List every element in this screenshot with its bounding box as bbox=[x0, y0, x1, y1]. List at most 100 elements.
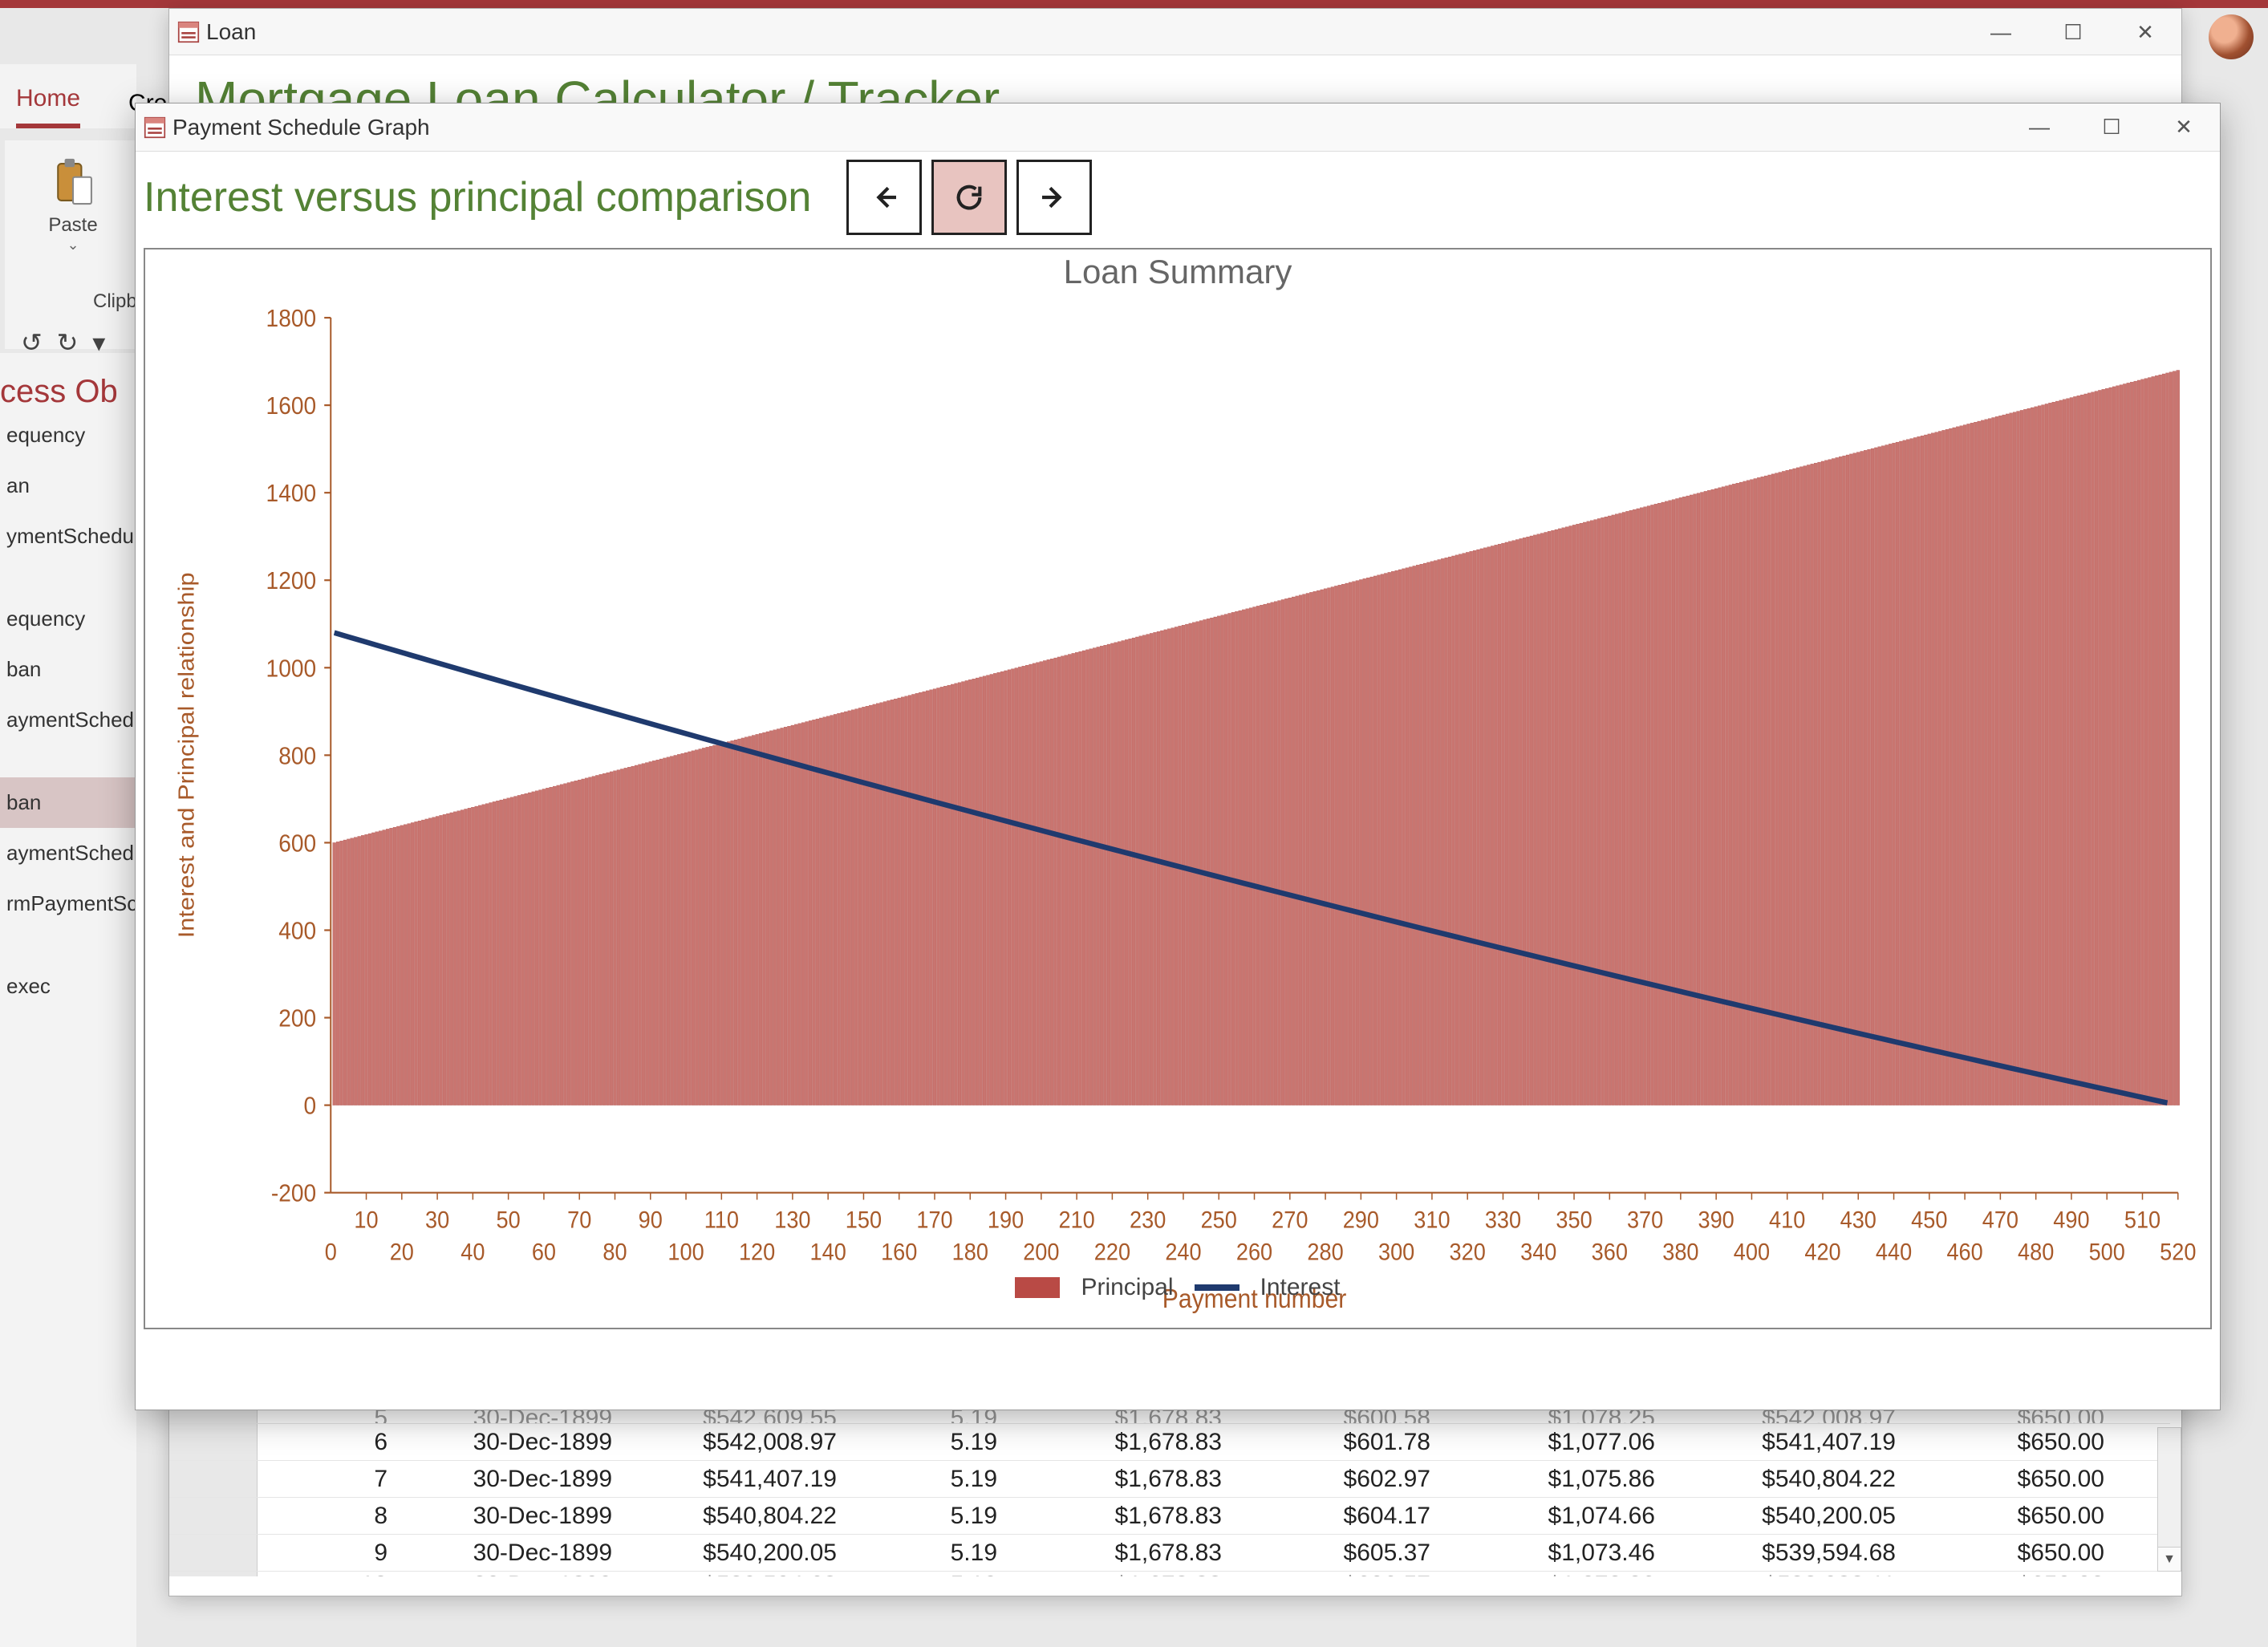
table-scrollbar[interactable]: ▼ bbox=[2157, 1427, 2181, 1572]
svg-text:60: 60 bbox=[532, 1239, 556, 1265]
svg-text:240: 240 bbox=[1165, 1239, 1201, 1265]
nav-item[interactable]: ban bbox=[0, 777, 136, 828]
svg-text:520: 520 bbox=[2160, 1239, 2196, 1265]
svg-text:140: 140 bbox=[810, 1239, 846, 1265]
clipboard-group-label: Clipb bbox=[93, 290, 141, 313]
svg-text:0: 0 bbox=[304, 1092, 317, 1119]
graph-titlebar[interactable]: Payment Schedule Graph — ☐ ✕ bbox=[136, 103, 2220, 152]
form-icon bbox=[144, 116, 166, 139]
svg-text:230: 230 bbox=[1130, 1207, 1166, 1234]
paste-label: Paste bbox=[48, 214, 97, 237]
svg-text:190: 190 bbox=[988, 1207, 1024, 1234]
form-icon bbox=[177, 21, 200, 43]
svg-text:290: 290 bbox=[1343, 1207, 1379, 1234]
svg-text:370: 370 bbox=[1627, 1207, 1663, 1234]
chart-area: Loan Summary -20002004006008001000120014… bbox=[144, 248, 2212, 1329]
svg-text:410: 410 bbox=[1769, 1207, 1805, 1234]
svg-text:220: 220 bbox=[1094, 1239, 1130, 1265]
nav-item[interactable]: ymentSchedul bbox=[0, 511, 136, 562]
user-avatar[interactable] bbox=[2209, 14, 2254, 59]
legend-label-principal: Principal bbox=[1081, 1274, 1173, 1301]
svg-text:180: 180 bbox=[952, 1239, 988, 1265]
svg-text:1400: 1400 bbox=[266, 480, 317, 507]
graph-window: Payment Schedule Graph — ☐ ✕ Interest ve… bbox=[135, 103, 2221, 1410]
svg-text:Interest and Principal relatio: Interest and Principal relationship bbox=[174, 572, 199, 938]
scroll-down-icon[interactable]: ▼ bbox=[2158, 1547, 2181, 1571]
svg-text:260: 260 bbox=[1236, 1239, 1272, 1265]
maximize-button[interactable]: ☐ bbox=[2075, 103, 2148, 150]
nav-item[interactable]: aymentSchedu bbox=[0, 828, 136, 878]
svg-text:400: 400 bbox=[278, 917, 316, 944]
table-row[interactable]: 730-Dec-1899$541,407.195.19$1,678.83$602… bbox=[169, 1461, 2170, 1498]
table-row[interactable]: 630-Dec-1899$542,008.975.19$1,678.83$601… bbox=[169, 1424, 2170, 1461]
nav-item[interactable]: ban bbox=[0, 644, 136, 695]
svg-text:30: 30 bbox=[425, 1207, 449, 1234]
maximize-button[interactable]: ☐ bbox=[2037, 9, 2109, 55]
svg-text:110: 110 bbox=[704, 1207, 739, 1234]
svg-text:100: 100 bbox=[667, 1239, 704, 1265]
paste-button[interactable]: Paste ⌄ bbox=[5, 156, 141, 254]
svg-text:450: 450 bbox=[1911, 1207, 1947, 1234]
svg-text:390: 390 bbox=[1698, 1207, 1734, 1234]
svg-text:210: 210 bbox=[1058, 1207, 1094, 1234]
svg-text:270: 270 bbox=[1272, 1207, 1308, 1234]
svg-text:1600: 1600 bbox=[266, 392, 317, 420]
next-button[interactable] bbox=[1016, 160, 1092, 235]
svg-text:-200: -200 bbox=[271, 1180, 316, 1207]
ribbon-tabs: Home Crea bbox=[0, 64, 136, 128]
svg-text:300: 300 bbox=[1378, 1239, 1414, 1265]
table-row[interactable]: 1030-Dec-1899$539,594.685.19$1,678.83$60… bbox=[169, 1572, 2170, 1576]
nav-item[interactable]: rmPaymentSch bbox=[0, 878, 136, 929]
svg-text:80: 80 bbox=[603, 1239, 627, 1265]
svg-text:490: 490 bbox=[2053, 1207, 2089, 1234]
svg-text:470: 470 bbox=[1982, 1207, 2018, 1234]
svg-text:480: 480 bbox=[2018, 1239, 2054, 1265]
refresh-button[interactable] bbox=[931, 160, 1007, 235]
svg-text:400: 400 bbox=[1734, 1239, 1770, 1265]
legend-swatch-interest bbox=[1195, 1284, 1239, 1291]
prev-button[interactable] bbox=[846, 160, 922, 235]
svg-text:440: 440 bbox=[1876, 1239, 1912, 1265]
nav-item[interactable]: equency bbox=[0, 410, 136, 460]
graph-subtitle: Interest versus principal comparison bbox=[144, 173, 811, 221]
chart-legend: Principal Interest bbox=[145, 1264, 2210, 1312]
svg-text:250: 250 bbox=[1201, 1207, 1237, 1234]
close-button[interactable]: ✕ bbox=[2148, 103, 2220, 150]
svg-text:500: 500 bbox=[2089, 1239, 2125, 1265]
loan-titlebar[interactable]: Loan — ☐ ✕ bbox=[169, 9, 2181, 55]
svg-text:1200: 1200 bbox=[266, 567, 317, 594]
svg-text:350: 350 bbox=[1556, 1207, 1592, 1234]
chart-title: Loan Summary bbox=[145, 249, 2210, 291]
svg-text:800: 800 bbox=[278, 742, 316, 769]
graph-window-title: Payment Schedule Graph bbox=[172, 115, 430, 140]
nav-item[interactable]: an bbox=[0, 460, 136, 511]
svg-text:460: 460 bbox=[1946, 1239, 1982, 1265]
chart-nav-buttons bbox=[846, 160, 1092, 235]
nav-item[interactable]: equency bbox=[0, 594, 136, 644]
svg-text:10: 10 bbox=[354, 1207, 378, 1234]
svg-text:150: 150 bbox=[846, 1207, 882, 1234]
minimize-button[interactable]: — bbox=[2003, 103, 2075, 150]
svg-text:170: 170 bbox=[916, 1207, 952, 1234]
close-button[interactable]: ✕ bbox=[2109, 9, 2181, 55]
svg-text:1000: 1000 bbox=[266, 655, 317, 682]
payment-table[interactable]: 530-Dec-1899$542,609.555.19$1,678.83$600… bbox=[169, 1405, 2170, 1576]
minimize-button[interactable]: — bbox=[1965, 9, 2037, 55]
table-row[interactable]: 930-Dec-1899$540,200.055.19$1,678.83$605… bbox=[169, 1535, 2170, 1572]
table-row[interactable]: 830-Dec-1899$540,804.225.19$1,678.83$604… bbox=[169, 1498, 2170, 1535]
svg-text:280: 280 bbox=[1307, 1239, 1343, 1265]
svg-text:120: 120 bbox=[739, 1239, 775, 1265]
svg-text:90: 90 bbox=[639, 1207, 663, 1234]
navigation-pane: cess Ob equencyanymentSchedulequencybana… bbox=[0, 353, 136, 1647]
nav-item[interactable]: exec bbox=[0, 961, 136, 1012]
svg-text:380: 380 bbox=[1662, 1239, 1698, 1265]
nav-header: cess Ob bbox=[0, 374, 136, 410]
svg-text:430: 430 bbox=[1840, 1207, 1876, 1234]
svg-text:20: 20 bbox=[390, 1239, 414, 1265]
svg-text:330: 330 bbox=[1485, 1207, 1521, 1234]
ribbon-toolbar: Paste ⌄ Clipb ↺ ↻ ▾ bbox=[5, 140, 141, 349]
tab-home[interactable]: Home bbox=[16, 85, 80, 128]
nav-item[interactable]: aymentSchedu bbox=[0, 695, 136, 745]
svg-text:310: 310 bbox=[1414, 1207, 1450, 1234]
svg-text:600: 600 bbox=[278, 830, 316, 857]
